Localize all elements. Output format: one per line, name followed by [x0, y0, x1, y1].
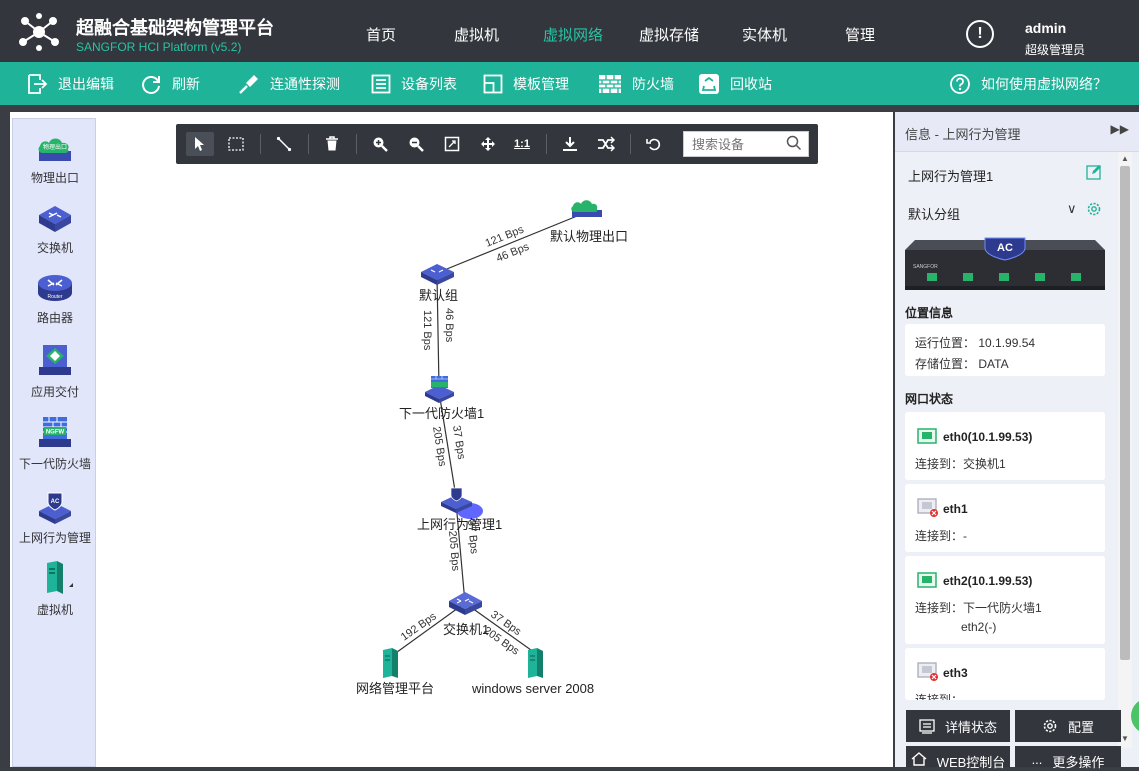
edge-label-group-ngfw-a: 121 Bps	[421, 310, 433, 351]
user-role: 超级管理员	[1025, 43, 1086, 57]
chevron-down-icon[interactable]: ∨	[1067, 201, 1077, 217]
node-ngfw-label: 下一代防火墙1	[399, 406, 484, 421]
location-section-title: 位置信息	[905, 306, 954, 320]
edge-label-switch-netmgmt: 192 Bps	[399, 610, 439, 643]
port-card-eth2[interactable]: eth2(10.1.99.53) 连接到：下一代防火墙1 eth2(-)	[905, 556, 1105, 644]
node-default-group-label: 默认组	[419, 288, 458, 303]
ac-device-brand: SANGFOR	[913, 264, 938, 270]
help-button[interactable]: 如何使用虚拟网络？	[949, 73, 1107, 95]
ac-device-badge: AC	[997, 242, 1013, 254]
port-card-eth3[interactable]: eth3 连接到：-	[905, 648, 1105, 700]
edit-icon[interactable]	[1086, 164, 1102, 180]
storage-location-line: 存储位置： DATA	[915, 355, 1009, 372]
port-down-icon	[917, 498, 938, 517]
storage-location-value: DATA	[978, 357, 1009, 371]
gear-icon[interactable]	[1086, 201, 1102, 217]
scroll-thumb[interactable]	[1120, 166, 1130, 660]
port-eth1-name: eth1	[943, 502, 968, 516]
side-panel-scrollbar[interactable]: ▲ ▼	[1118, 152, 1132, 748]
info-side-panel: 信息 - 上网行为管理 ▶▶ 上网行为管理1 默认分组 ∨ AC SANGFOR…	[895, 112, 1139, 767]
help-icon	[950, 74, 970, 94]
topology-canvas: 121 Bps 46 Bps 121 Bps 46 Bps 205 Bps 37…	[356, 200, 628, 696]
detail-icon	[919, 719, 935, 734]
home-icon	[911, 752, 927, 766]
node-winsrv-label: windows server 2008	[471, 681, 594, 696]
config-gear-icon	[1043, 719, 1057, 733]
config-button[interactable]: 配置	[1015, 710, 1121, 742]
port-eth1-conn: 连接到：-	[915, 529, 967, 543]
run-location-value: 10.1.99.54	[978, 336, 1036, 350]
node-ngfw[interactable]: 下一代防火墙1	[399, 376, 484, 421]
config-label: 配置	[1067, 719, 1094, 735]
edge-label-ac-switch-a: 205 Bps	[446, 530, 462, 572]
device-group[interactable]: 默认分组	[908, 204, 960, 223]
storage-location-label: 存储位置：	[915, 357, 976, 371]
port-up-icon	[917, 428, 937, 444]
edge-label-ngfw-ac-b: 37 Bps	[450, 425, 467, 461]
web-console-label: WEB控制台	[936, 755, 1006, 770]
user-name[interactable]: admin	[1025, 20, 1066, 36]
edge-label-group-ngfw-b: 46 Bps	[443, 308, 455, 343]
node-switch-label: 交换机1	[443, 622, 489, 637]
port-eth2-conn: 连接到：下一代防火墙1	[915, 601, 1042, 615]
port-up-icon	[917, 572, 937, 588]
port-eth3-conn: 连接到：-	[915, 693, 967, 700]
port-eth2-extra: eth2(-)	[961, 620, 997, 634]
node-winsrv-vm[interactable]: windows server 2008	[471, 648, 594, 696]
port-eth0-conn: 连接到：交换机1	[915, 457, 1006, 471]
node-netmgmt-vm[interactable]: 网络管理平台	[356, 648, 434, 696]
run-location-line: 运行位置： 10.1.99.54	[915, 334, 1035, 351]
port-eth2-name: eth2(10.1.99.53)	[943, 574, 1033, 588]
scroll-down-icon[interactable]: ▼	[1121, 734, 1129, 743]
side-panel-header: 信息 - 上网行为管理 ▶▶	[895, 112, 1139, 152]
node-ac-label: 上网行为管理1	[417, 517, 502, 532]
node-ac-selected[interactable]: 上网行为管理1	[417, 487, 502, 532]
detail-status-button[interactable]: 详情状态	[906, 710, 1010, 742]
run-location-label: 运行位置：	[915, 336, 976, 350]
web-console-button[interactable]: WEB控制台	[906, 746, 1010, 770]
help-label: 如何使用虚拟网络？	[981, 76, 1107, 92]
port-eth0-name: eth0(10.1.99.53)	[943, 430, 1033, 444]
device-name: 上网行为管理1	[908, 169, 994, 184]
port-eth3-name: eth3	[943, 666, 968, 680]
detail-status-label: 详情状态	[944, 719, 997, 735]
port-down-icon	[917, 662, 938, 681]
ac-device-image: AC SANGFOR	[905, 237, 1105, 290]
port-card-eth0[interactable]: eth0(10.1.99.53) 连接到：交换机1	[905, 412, 1105, 480]
node-default-group[interactable]: 默认组	[419, 264, 458, 303]
collapse-panel-icon[interactable]: ▶▶	[1111, 122, 1129, 136]
node-physical-exit-label: 默认物理出口	[550, 229, 628, 244]
port-card-eth1[interactable]: eth1 连接到：-	[905, 484, 1105, 552]
location-card: 运行位置： 10.1.99.54 存储位置： DATA	[905, 324, 1105, 376]
node-netmgmt-label: 网络管理平台	[356, 681, 434, 696]
more-actions-button[interactable]: ... 更多操作	[1015, 746, 1121, 770]
side-panel-title: 信息 - 上网行为管理	[905, 127, 1021, 142]
more-dots-icon: ...	[1031, 752, 1043, 767]
alert-icon[interactable]: !	[966, 20, 994, 48]
more-actions-label: 更多操作	[1052, 755, 1105, 770]
port-section-title: 网口状态	[905, 392, 954, 406]
scroll-up-icon[interactable]: ▲	[1121, 154, 1129, 163]
